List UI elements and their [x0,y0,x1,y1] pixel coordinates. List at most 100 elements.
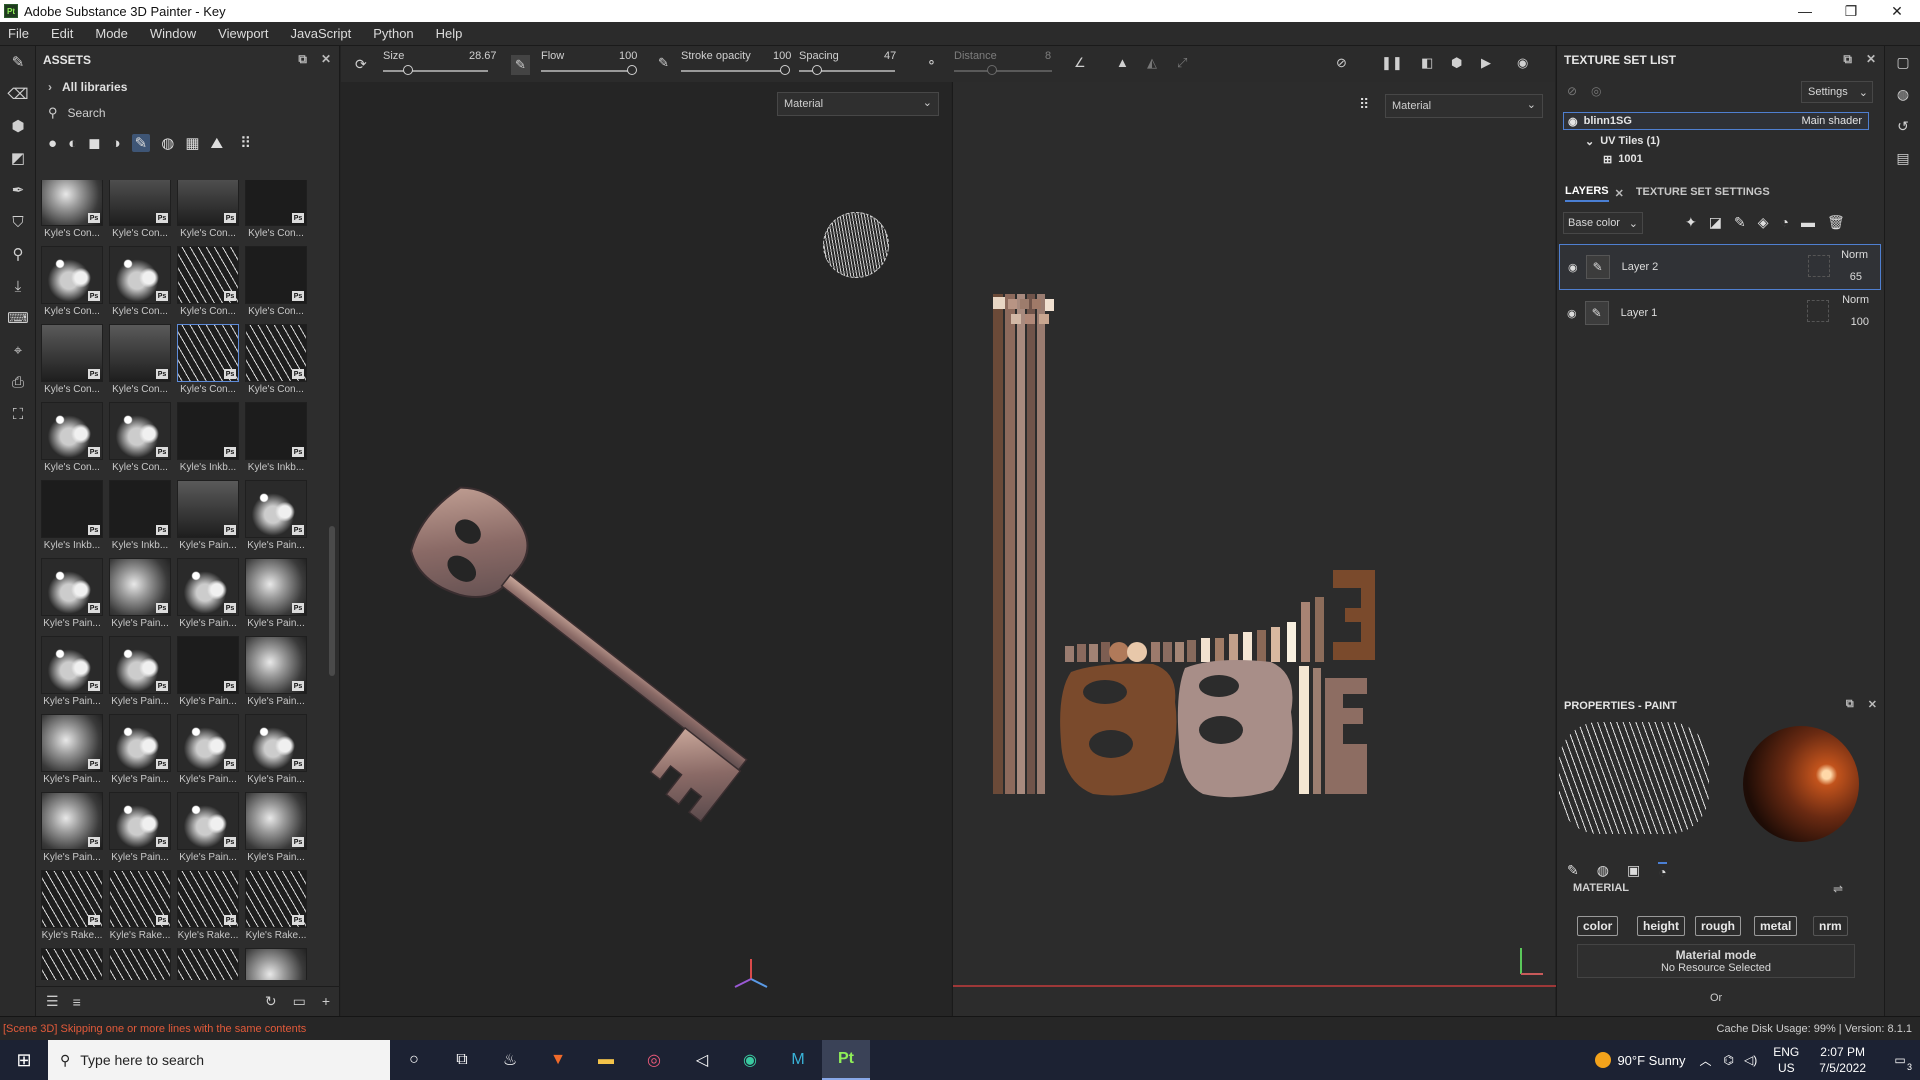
brush-asset[interactable]: Ps Kyle's Con... [108,324,172,400]
eye-icon[interactable]: ◉ [1568,115,1578,128]
layer-name[interactable]: Layer 1 [1621,307,1658,319]
menu-viewport[interactable]: Viewport [218,26,268,41]
stroke-opacity-knob[interactable] [780,65,790,75]
task-view-icon[interactable]: ⧉ [438,1040,486,1080]
close-icon[interactable]: ✕ [1615,187,1624,200]
distance-slider-knob[interactable] [987,65,997,75]
brush-asset[interactable]: Ps Kyle's Inkb... [40,480,104,556]
brush-asset[interactable]: Ps Kyle's Pain... [40,558,104,634]
link-icon[interactable]: ⊘ [1567,84,1577,98]
brush-asset[interactable]: Ps Kyle's Pain... [176,480,240,556]
brush-asset[interactable]: Ps Kyle's Pain... [40,792,104,868]
symmetry-icon[interactable]: ▲ [1116,55,1129,70]
brush-asset[interactable]: Ps Kyle's Pain... [176,714,240,790]
tray-chevron-icon[interactable]: ︿ [1700,1052,1712,1069]
brush-asset[interactable]: Ps Kyle's Rake... [176,870,240,946]
viewport-3d[interactable]: Material ⌄ [341,82,951,1016]
add-effect-icon[interactable]: ✦ [1685,214,1697,231]
blend-mode-select[interactable]: Norm [1841,249,1868,261]
brush-asset[interactable]: Ps Kyle's Con... [40,180,104,244]
tab-layers[interactable]: LAYERS [1565,185,1609,202]
brush-asset[interactable]: Ps Kyle's Pain... [176,792,240,868]
add-folder-icon[interactable]: ▬ [1801,214,1815,231]
refresh-icon[interactable]: ↻ [265,993,277,1010]
close-window-button[interactable]: ✕ [1874,0,1920,22]
search-input[interactable]: Search [68,106,106,120]
menu-edit[interactable]: Edit [51,26,73,41]
brush-asset[interactable]: Ps Kyle's Pain... [108,636,172,712]
layer-row-layer-2[interactable]: ◉ ✎ Layer 2 Norm 65 [1559,244,1881,290]
substance-painter-taskbar-icon[interactable]: Pt [822,1040,870,1080]
libraries-selector[interactable]: › All libraries [36,74,339,100]
brave-icon[interactable]: ▼ [534,1040,582,1080]
blender-icon[interactable]: ◉ [726,1040,774,1080]
uv-tiles-row[interactable]: ⌄ UV Tiles (1) [1563,132,1869,150]
brush-asset[interactable]: Ps Kyle's Pain... [108,792,172,868]
brush-asset[interactable]: Ps Kyle's Inkb... [176,402,240,478]
weather-widget[interactable]: 90°F Sunny [1595,1052,1686,1068]
brush-tab-icon[interactable]: ✎ [1567,862,1579,880]
network-icon[interactable]: ⌬ [1724,1053,1734,1067]
brush-asset[interactable]: Ps Kyle's Pain... [244,480,308,556]
blend-mode-select[interactable]: Norm [1842,294,1869,306]
channel-nrm-button[interactable]: nrm [1813,916,1848,936]
grid-view-icon[interactable]: ⠿ [240,134,251,152]
pause-icon[interactable]: ❚❚ [1381,55,1403,71]
taskbar-search-input[interactable]: Type here to search [80,1052,204,1068]
notification-button[interactable]: ▭ 3 [1880,1040,1920,1080]
pen-pressure-icon[interactable]: ✎ [511,55,530,75]
material-options-icon[interactable]: ⇌ [1833,882,1843,896]
steam-icon[interactable]: ♨ [486,1040,534,1080]
close-icon[interactable]: ✕ [1866,52,1876,67]
brush-asset[interactable]: Ps Kyle's Pain... [108,714,172,790]
brush-asset[interactable]: Ps Kyle's Con... [108,402,172,478]
smart-material-filter-icon[interactable]: ◐ [68,135,77,152]
brush-asset[interactable]: Ps Kyle's Con... [244,246,308,322]
generator-filter-icon[interactable]: ◑ [112,135,121,152]
symmetry-mirror-icon[interactable]: ◭ [1147,55,1157,71]
viewport-2d[interactable]: ⠿ Material ⌄ [952,82,1556,1016]
volume-icon[interactable]: ◁) [1744,1053,1757,1067]
undock-icon[interactable]: ⧉ [1846,698,1854,711]
flow-slider[interactable] [541,70,631,72]
filter-list-icon[interactable]: ≡ [73,994,81,1010]
mask-filter-icon[interactable]: ◼ [88,134,100,152]
display-icon[interactable]: ⛶ [0,398,36,430]
file-explorer-icon[interactable]: ▬ [582,1040,630,1080]
list-view-icon[interactable]: ☰ [46,993,59,1010]
alpha-tab-icon[interactable]: ◍ [1597,862,1609,880]
color-picker-icon[interactable]: ⚲ [0,238,36,270]
shader-settings-icon[interactable]: ◍ [1885,78,1920,110]
brush-asset[interactable]: Ps Kyle's Rake... [244,870,308,946]
close-icon[interactable]: ✕ [321,52,331,67]
flow-pressure-icon[interactable]: ✎ [658,55,669,71]
brush-asset[interactable]: Ps Kyle's Pain... [244,636,308,712]
undock-icon[interactable]: ⧉ [1843,52,1852,67]
taskbar-search[interactable]: ⚲ Type here to search [48,1040,390,1080]
stroke-opacity-slider[interactable] [681,70,785,72]
history-icon[interactable]: ↺ [1885,110,1920,142]
flow-value[interactable]: 100 [619,50,637,62]
flow-slider-knob[interactable] [627,65,637,75]
text-tool-icon[interactable]: ⌨ [0,302,36,334]
spacing-slider-knob[interactable] [812,65,822,75]
size-slider-knob[interactable] [403,65,413,75]
channel-rough-button[interactable]: rough [1695,916,1741,936]
brush-asset[interactable]: Ps Kyle's Inkb... [244,402,308,478]
hide-ui-icon[interactable]: ⊘ [1336,55,1347,71]
brush-asset[interactable]: Ps Kyle's Con... [176,180,240,244]
delete-layer-icon[interactable]: 🗑 [1827,214,1845,231]
texture-set-row[interactable]: ◉ blinn1SG Main shader [1563,112,1869,130]
eye-icon[interactable]: ◉ [1567,307,1577,320]
maximize-button[interactable]: ❐ [1828,0,1874,22]
brush-asset[interactable]: Ps [244,948,308,980]
lazy-mouse-icon[interactable]: ⚬ [926,55,937,71]
layer-name[interactable]: Layer 2 [1622,261,1659,273]
menu-python[interactable]: Python [373,26,413,41]
brush-asset[interactable]: Ps Kyle's Con... [244,180,308,244]
material-tab-icon[interactable]: ◔ [1658,862,1667,880]
add-mask-icon[interactable]: ◪ [1709,214,1722,231]
brush-filter-icon[interactable]: ✎ [131,134,151,152]
stroke-opacity-value[interactable]: 100 [773,50,791,62]
distance-value[interactable]: 8 [1045,50,1051,62]
